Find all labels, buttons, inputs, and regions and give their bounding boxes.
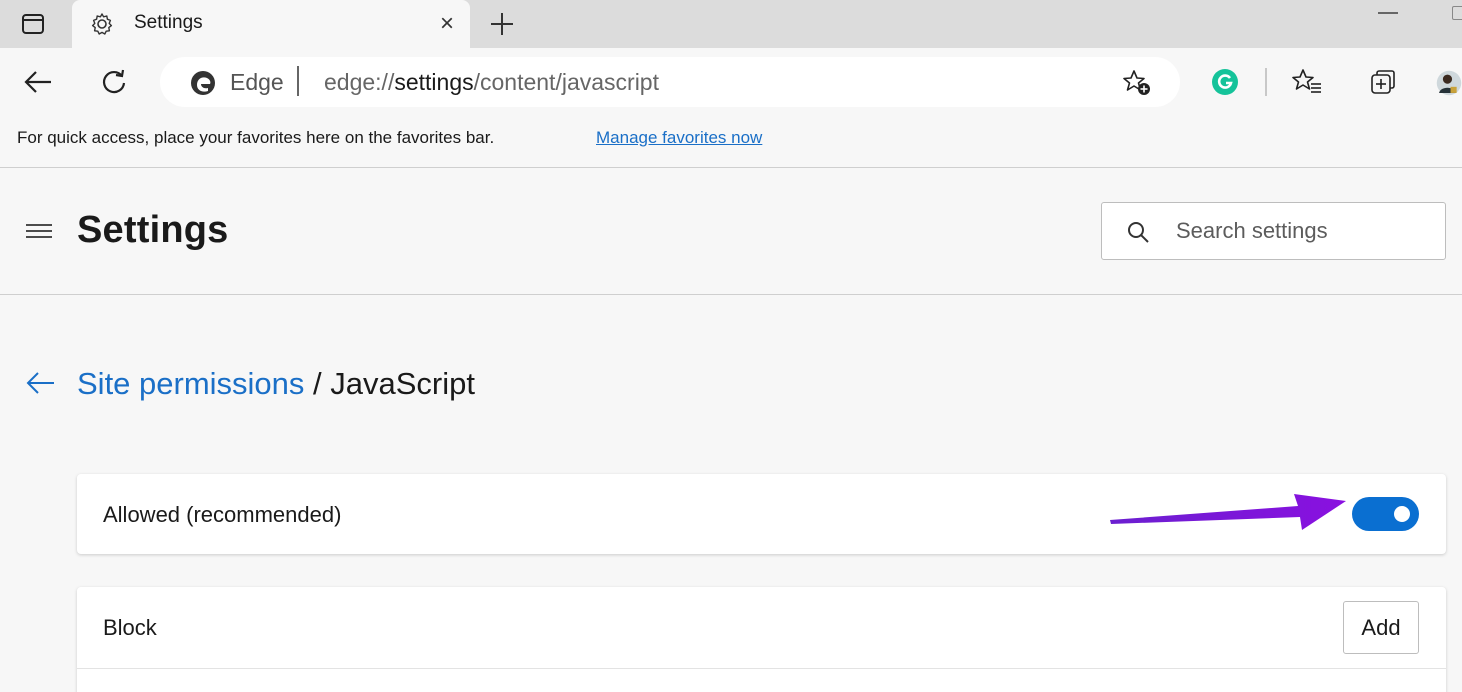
settings-header: Settings xyxy=(0,169,1462,295)
add-block-button[interactable]: Add xyxy=(1343,601,1419,654)
tab-title: Settings xyxy=(134,12,203,33)
tab-actions-icon[interactable] xyxy=(10,8,56,40)
address-bar[interactable]: Edge edge://settings/content/javascript xyxy=(160,57,1180,107)
edge-logo-icon xyxy=(190,70,216,96)
back-arrow-icon[interactable] xyxy=(24,368,56,398)
breadcrumb-separator: / xyxy=(304,366,331,401)
favorites-icon[interactable] xyxy=(1290,65,1324,99)
breadcrumb: Site permissions / JavaScript xyxy=(77,366,475,402)
allowed-label: Allowed (recommended) xyxy=(103,502,342,527)
refresh-icon[interactable] xyxy=(96,65,132,99)
url-text[interactable]: edge://settings/content/javascript xyxy=(324,69,659,96)
annotation-arrow xyxy=(1110,494,1346,530)
plus-icon[interactable] xyxy=(484,6,520,42)
profile-avatar-icon[interactable] xyxy=(1436,66,1462,100)
favorites-bar-message: For quick access, place your favorites h… xyxy=(17,128,495,147)
toggle-knob xyxy=(1394,506,1410,522)
hamburger-menu-icon[interactable] xyxy=(24,219,54,243)
add-favorite-icon[interactable] xyxy=(1122,69,1152,97)
divider xyxy=(77,668,1446,669)
favorites-bar: For quick access, place your favorites h… xyxy=(0,116,1462,168)
close-icon[interactable]: × xyxy=(432,9,462,39)
maximize-button[interactable] xyxy=(1452,6,1462,20)
collections-icon[interactable] xyxy=(1366,65,1400,99)
grammarly-icon[interactable] xyxy=(1210,67,1240,97)
toolbar-divider xyxy=(1265,68,1267,96)
manage-favorites-link[interactable]: Manage favorites now xyxy=(596,128,762,148)
tab-strip: Settings × xyxy=(0,0,1462,48)
address-separator xyxy=(297,66,299,96)
search-input[interactable] xyxy=(1176,211,1426,251)
allowed-toggle[interactable] xyxy=(1352,497,1419,531)
search-icon xyxy=(1126,220,1150,244)
search-box[interactable] xyxy=(1101,202,1446,260)
edge-label: Edge xyxy=(230,69,284,95)
page-title: Settings xyxy=(77,209,229,251)
tab-settings[interactable]: Settings × xyxy=(72,0,470,48)
block-label: Block xyxy=(103,615,157,640)
breadcrumb-current: JavaScript xyxy=(330,366,475,401)
browser-toolbar: Edge edge://settings/content/javascript xyxy=(0,48,1462,116)
minimize-button[interactable] xyxy=(1378,12,1398,14)
back-arrow-icon[interactable] xyxy=(20,65,56,99)
block-list-card: Block Add xyxy=(77,587,1446,692)
breadcrumb-site-permissions[interactable]: Site permissions xyxy=(77,366,304,401)
gear-icon xyxy=(90,12,114,36)
